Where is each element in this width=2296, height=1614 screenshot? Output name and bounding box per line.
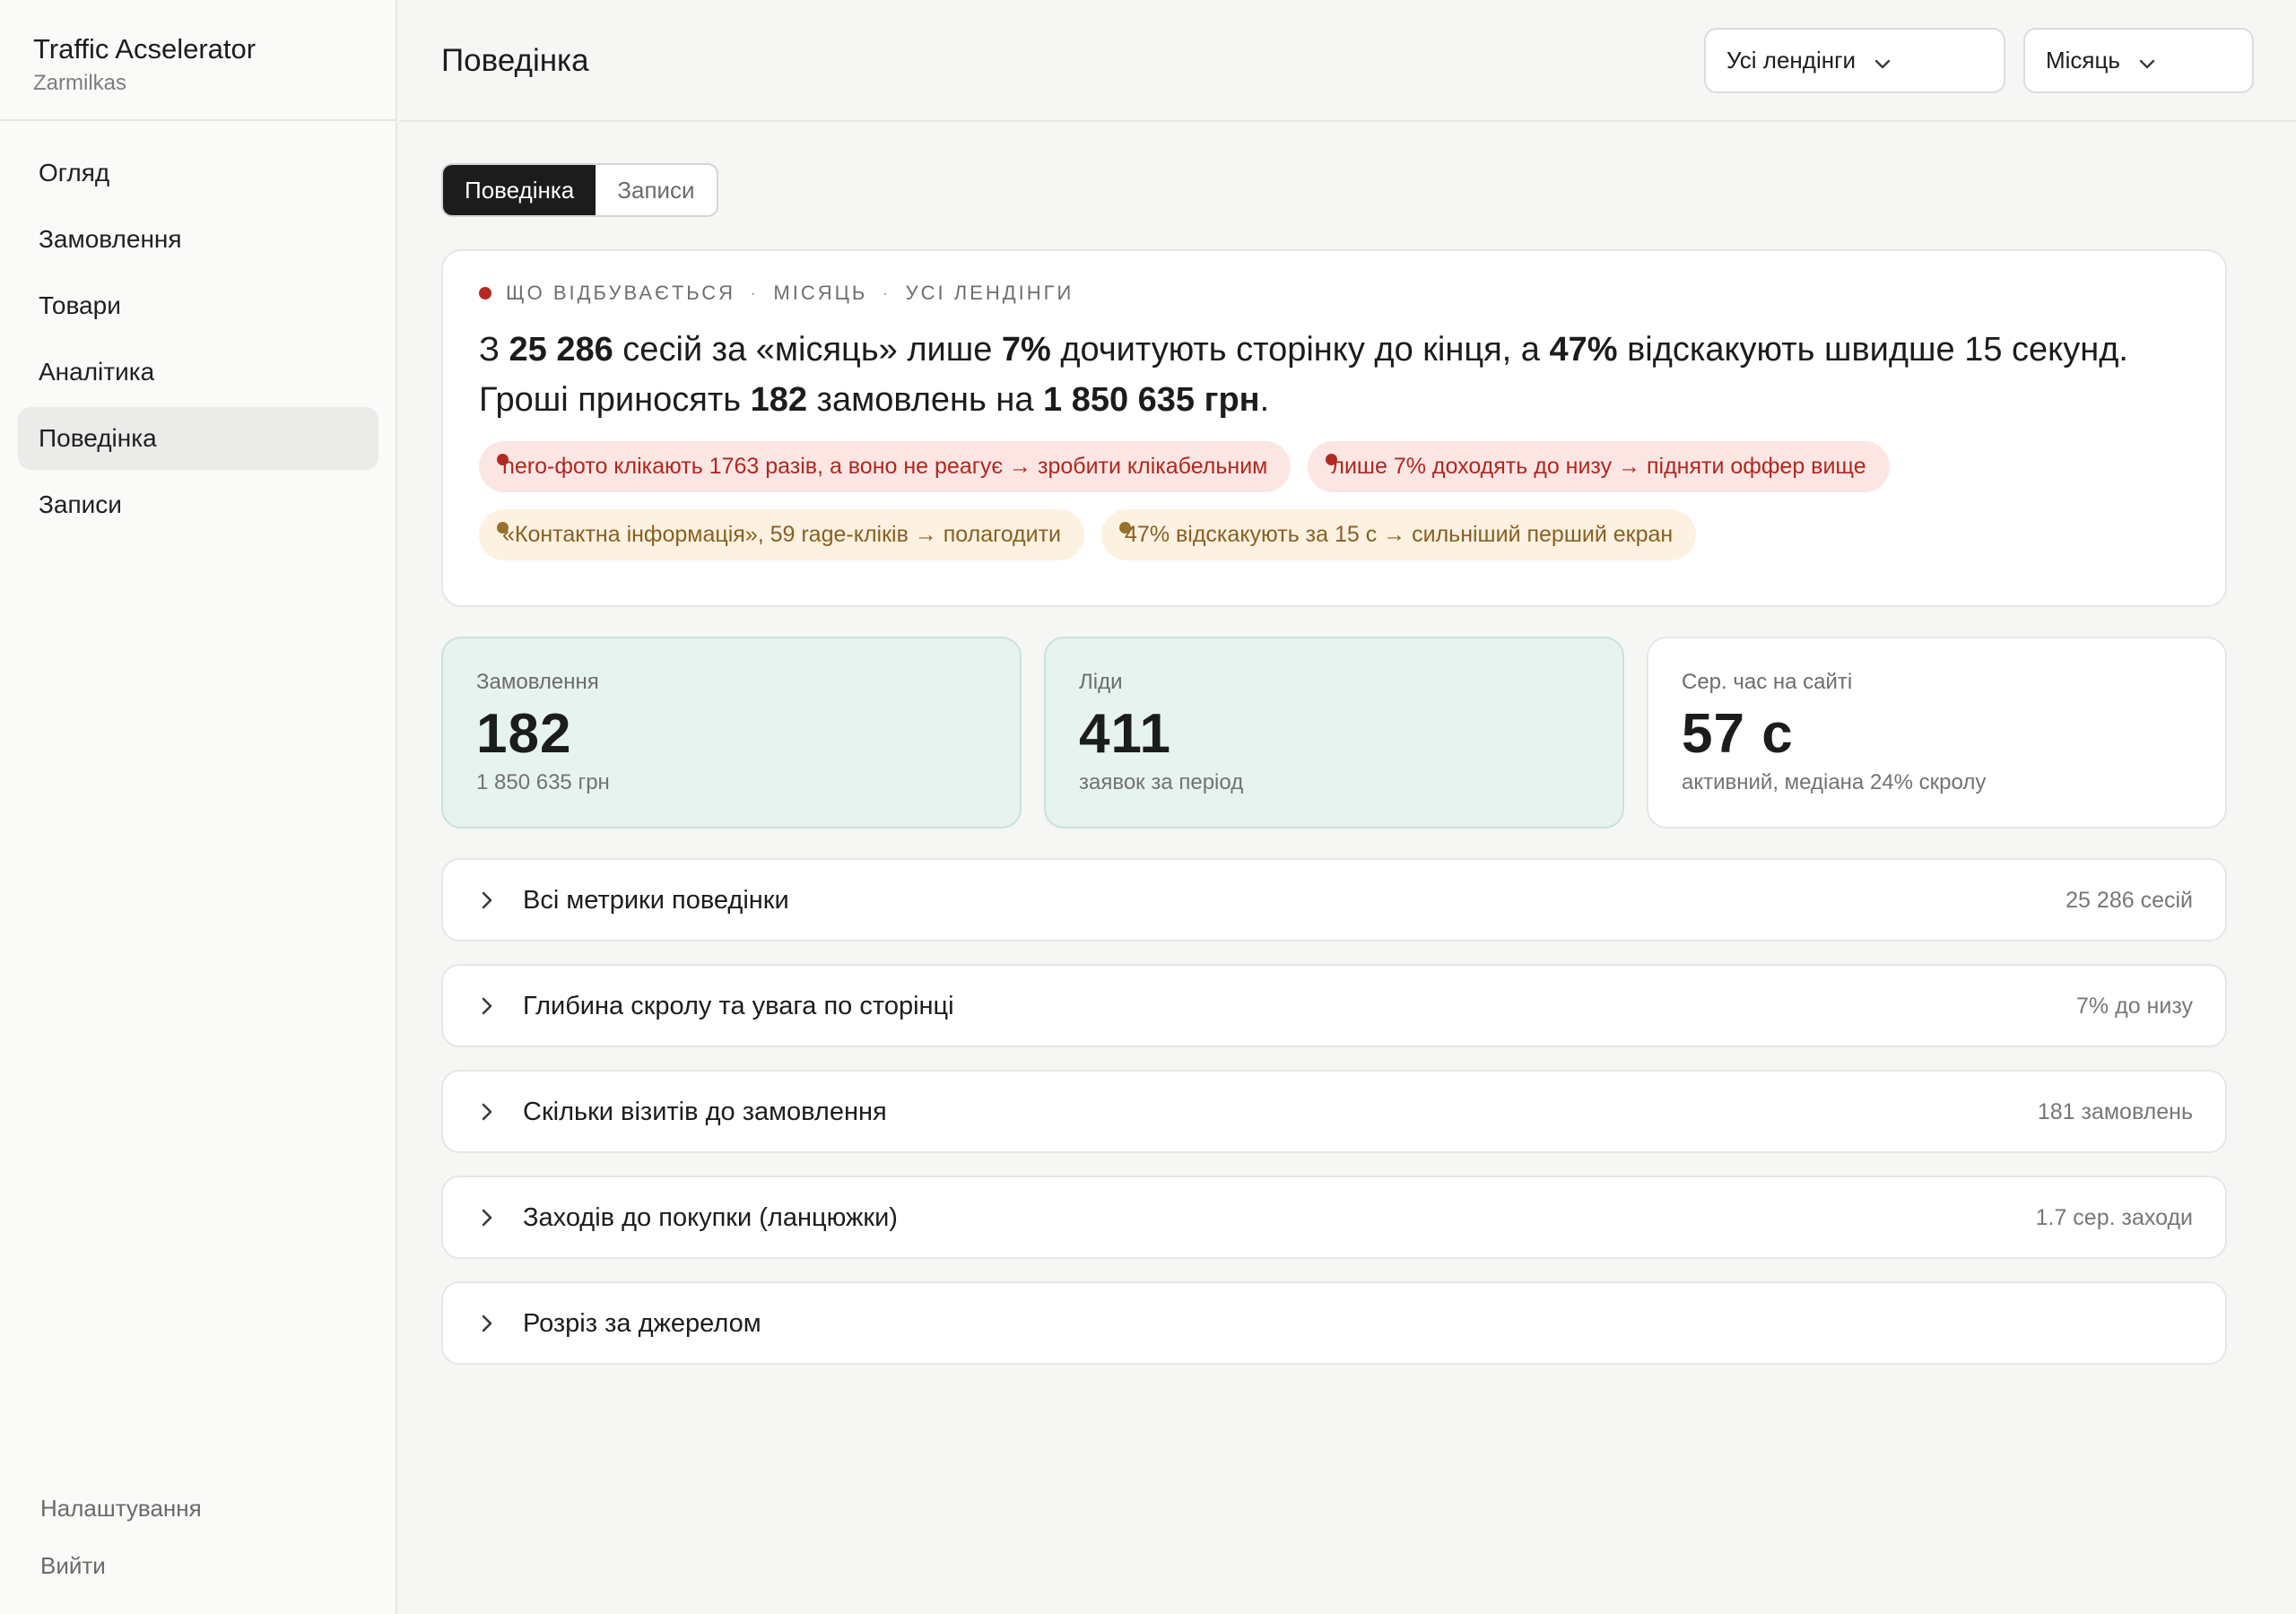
section-purchase-chains[interactable]: Заходів до покупки (ланцюжки) 1.7 сер. з… [441,1176,2227,1259]
section-by-source[interactable]: Розріз за джерелом [441,1281,2227,1365]
sessions-count: 25 286 [509,331,613,369]
kpi-subtext: 1 850 635 грн [476,770,610,794]
period-select-value: Місяць [2046,47,2120,74]
warning-dot-icon [497,522,509,534]
topbar: Поведінка Усі лендінги Місяць [399,0,2296,122]
kpi-card-leads: Ліди 411 заявок за період [1044,637,1624,829]
sidebar-item-recordings[interactable]: Записи [18,473,378,536]
chevron-right-icon [481,1314,493,1338]
eyebrow-what: ЩО ВІДБУВАЄТЬСЯ [506,282,736,304]
chevron-right-icon [481,1208,493,1232]
section-visits-to-order[interactable]: Скільки візитів до замовлення 181 замовл… [441,1070,2227,1153]
logout-link[interactable]: Вийти [40,1541,202,1599]
sidebar-nav: Огляд Замовлення Товари Аналітика Поведі… [18,142,378,540]
kpi-value: 182 [476,703,572,765]
kpi-label: Сер. час на сайті [1682,670,1853,694]
chevron-right-icon [481,1102,493,1126]
section-title: Скільки візитів до замовлення [523,1098,887,1126]
settings-link[interactable]: Налаштування [40,1484,202,1541]
kpi-row: Замовлення 182 1 850 635 грн Ліди 411 за… [441,637,2227,829]
sidebar-item-overview[interactable]: Огляд [18,142,378,204]
summary-headline: З 25 286 сесій за «місяць» лише 7% дочит… [479,331,2128,419]
bounce-percent: 47% [1549,331,1618,369]
sidebar-item-analytics[interactable]: Аналітика [18,341,378,404]
tab-recordings[interactable]: Записи [596,165,716,215]
kpi-subtext: активний, медіана 24% скролу [1682,770,1987,794]
view-tabs: Поведінка Записи [441,163,718,217]
sidebar-item-products[interactable]: Товари [18,274,378,337]
kpi-value: 411 [1079,703,1172,765]
kpi-value: 57 с [1682,703,1794,765]
sidebar: Traffic Acselerator Zarmilkas Огляд Замо… [0,0,397,1614]
sidebar-item-behavior[interactable]: Поведінка [18,407,378,470]
alert-dot-icon [497,454,509,465]
warning-dot-icon [1119,522,1132,534]
section-meta: 25 286 сесій [2066,888,2193,913]
kpi-card-orders: Замовлення 182 1 850 635 грн [441,637,1022,829]
revenue-amount: 1 850 635 грн [1043,381,1260,419]
main: Поведінка Усі лендінги Місяць Поведінка … [399,0,2296,1614]
sidebar-footer: Налаштування Вийти [40,1484,202,1599]
insight-chip[interactable]: лише 7% доходять до низу → підняти оффер… [1308,441,1890,492]
orders-count: 182 [750,381,807,419]
sidebar-item-orders[interactable]: Замовлення [18,208,378,271]
kpi-label: Ліди [1079,670,1123,694]
status-dot-icon [479,287,491,299]
section-all-metrics[interactable]: Всі метрики поведінки 25 286 сесій [441,858,2227,941]
landing-select[interactable]: Усі лендінги [1704,28,2005,93]
eyebrow-separator: · [750,282,760,304]
chevron-right-icon [481,890,493,915]
section-title: Розріз за джерелом [523,1309,761,1338]
kpi-card-avg-time: Сер. час на сайті 57 с активний, медіана… [1647,637,2227,829]
landing-select-value: Усі лендінги [1726,47,1857,74]
section-meta: 1.7 сер. заходи [2035,1205,2193,1230]
content: Поведінка Записи ЩО ВІДБУВАЄТЬСЯ · МІСЯЦ… [441,163,2227,1387]
section-title: Всі метрики поведінки [523,886,789,915]
eyebrow-separator: · [882,282,891,304]
read-percent: 7% [1001,331,1051,369]
summary-eyebrow: ЩО ВІДБУВАЄТЬСЯ · МІСЯЦЬ · УСІ ЛЕНДІНГИ [479,282,2190,305]
insight-chip[interactable]: hero-фото клікають 1763 разів, а воно не… [479,441,1292,492]
page-title: Поведінка [441,43,589,78]
section-scroll-depth[interactable]: Глибина скролу та увага по сторінці 7% д… [441,964,2227,1047]
insight-chip[interactable]: 47% відскакують за 15 с → сильніший перш… [1101,509,1697,560]
kpi-subtext: заявок за період [1079,770,1244,794]
eyebrow-landings: УСІ ЛЕНДІНГИ [905,282,1074,304]
app-subtitle: Zarmilkas [33,71,127,95]
period-select[interactable]: Місяць [2023,28,2254,93]
section-list: Всі метрики поведінки 25 286 сесій Глиби… [441,858,2227,1365]
chevron-right-icon [481,996,493,1020]
chevron-down-icon [2139,31,2155,93]
chevron-down-icon [1874,31,1891,93]
kpi-label: Замовлення [476,670,599,694]
insight-chips: hero-фото клікають 1763 разів, а воно не… [479,441,2190,560]
section-title: Глибина скролу та увага по сторінці [523,992,954,1020]
tab-behavior[interactable]: Поведінка [443,165,596,215]
section-meta: 7% до низу [2076,994,2193,1019]
brand: Traffic Acselerator Zarmilkas [0,0,396,121]
summary-card: ЩО ВІДБУВАЄТЬСЯ · МІСЯЦЬ · УСІ ЛЕНДІНГИ … [441,249,2227,607]
section-title: Заходів до покупки (ланцюжки) [523,1203,898,1232]
app-title: Traffic Acselerator [33,33,257,65]
eyebrow-period: МІСЯЦЬ [773,282,868,304]
section-meta: 181 замовлень [2037,1099,2193,1124]
insight-chip[interactable]: «Контактна інформація», 59 rage-кліків →… [479,509,1085,560]
